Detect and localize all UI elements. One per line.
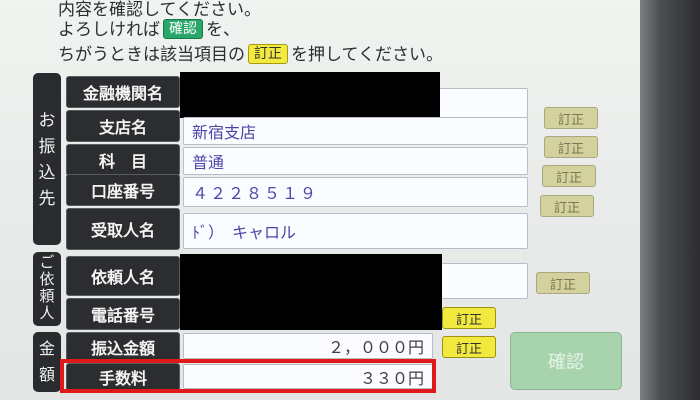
correct-chip: 訂正 (248, 44, 288, 64)
atm-screen: 内容を確認してください。 よろしければ 確認 を、 ちがうときは該当項目の 訂正 を押し… (0, 0, 700, 400)
label-bank-name: 金融機関名 (66, 76, 180, 108)
vertical-char: 人 (39, 304, 55, 322)
redaction-bar (180, 254, 442, 330)
instruction-text: よろしければ (58, 20, 160, 40)
correct-amount-button[interactable]: 訂正 (442, 336, 496, 358)
vertical-char: ご (39, 253, 55, 271)
correct-requester-button[interactable]: 訂正 (536, 272, 590, 294)
label-branch-name: 支店名 (66, 110, 180, 142)
label-requester-name: 依頼人名 (66, 256, 180, 296)
instruction-text: を、 (206, 20, 240, 40)
correct-branch-button[interactable]: 訂正 (544, 107, 598, 129)
instruction-text: ちがうときは該当項目の (58, 45, 245, 65)
instruction-line-2: よろしければ 確認 を、 (58, 15, 240, 40)
field-account-number: ４２２８５１９ (183, 177, 528, 207)
field-transfer-amount: ２，０００円 (183, 333, 433, 359)
vertical-text: 金額 (33, 336, 61, 388)
vertical-char: 頼 (39, 287, 55, 305)
redaction-bar (180, 72, 440, 118)
vertical-char: 込 (38, 163, 56, 183)
instruction-text: を押してください。 (291, 45, 443, 65)
confirm-button[interactable]: 確認 (510, 332, 622, 390)
label-transfer-amount: 振込金額 (66, 332, 180, 362)
vertical-text: ご依頼人 (33, 254, 61, 322)
vertical-char: 額 (38, 365, 55, 384)
machine-bezel (640, 0, 700, 400)
vertical-char: 依 (39, 270, 55, 288)
vertical-char: 金 (38, 339, 55, 358)
vertical-char: 先 (38, 189, 56, 209)
field-branch-name: 新宿支店 (183, 117, 528, 145)
vertical-text: お振込先 (33, 108, 61, 212)
label-account-type: 科 目 (66, 144, 180, 176)
correct-payee-button[interactable]: 訂正 (540, 195, 594, 217)
field-account-type: 普通 (183, 147, 528, 175)
field-payee-name: ﾄﾞ） キャロル (183, 213, 528, 249)
label-account-number: 口座番号 (66, 174, 180, 206)
section-amount-text: 金額 (33, 336, 61, 388)
label-phone: 電話番号 (66, 298, 180, 330)
fee-highlight-box (60, 359, 436, 393)
correct-account-number-button[interactable]: 訂正 (542, 165, 596, 187)
section-recipient-text: お振込先 (33, 108, 61, 212)
section-requester-text: ご依頼人 (33, 254, 61, 322)
label-payee-name: 受取人名 (66, 208, 180, 250)
vertical-char: お (38, 111, 56, 131)
correct-account-type-button[interactable]: 訂正 (544, 136, 598, 158)
vertical-char: 振 (38, 137, 56, 157)
instruction-line-3: ちがうときは該当項目の 訂正 を押してください。 (58, 40, 443, 65)
correct-phone-button[interactable]: 訂正 (442, 307, 496, 329)
confirm-chip: 確認 (163, 19, 203, 39)
